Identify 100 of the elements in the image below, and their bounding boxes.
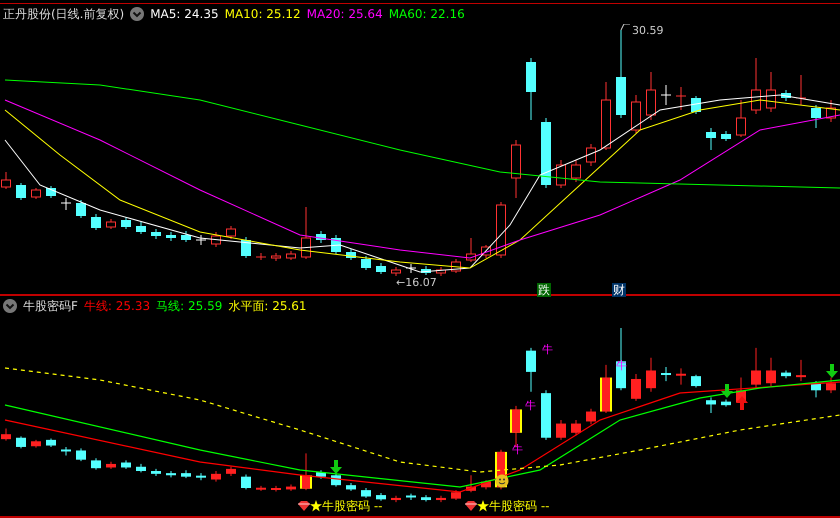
candlestick [421,494,431,502]
candlestick [721,399,731,408]
candlestick [241,474,251,490]
indicator-title: 牛股密码F [23,298,78,314]
smiley-icon [495,474,509,488]
indicator-value: 牛线: 25.33 [84,298,150,314]
candlestick [136,222,146,234]
candlestick [406,264,416,274]
candlestick [300,452,312,491]
candlestick [376,492,386,502]
candlestick [361,488,371,498]
candlestick [331,234,341,254]
candlestick [286,484,296,492]
candlestick [421,266,431,276]
candlestick [481,480,491,490]
high-price-label: 30.59 [632,24,664,37]
dropdown-icon[interactable] [3,299,17,313]
stock-title: 正丹股份(日线.前复权) [3,6,124,22]
candlestick [466,238,476,262]
candlestick [646,72,656,120]
candlestick [151,468,161,476]
candlestick [31,439,41,448]
candlestick [571,420,581,436]
candlestick [451,490,461,501]
candlestick [811,380,821,398]
candlestick [31,188,41,200]
candlestick [256,485,266,492]
gem-icon [464,500,478,512]
dropdown-icon[interactable] [130,7,144,21]
star-icon [310,500,322,512]
candlestick [751,58,761,114]
candlestick [166,232,176,242]
candlestick [631,94,641,134]
candlestick [91,458,101,470]
candlestick [766,72,776,112]
candlestick [796,74,806,106]
indicator-value: MA60: 22.16 [388,7,465,21]
bull-marker: 牛 [512,444,523,456]
candlestick [436,495,446,503]
candlestick [706,128,716,150]
candlestick [181,230,191,242]
bull-marker: 牛 [525,400,536,412]
candlestick [601,82,611,150]
bull-marker: 牛 [542,344,553,356]
candlestick [16,182,26,200]
candlestick [751,347,761,388]
candlestick [16,436,26,449]
candlestick [436,266,446,276]
candlestick [271,252,281,262]
candlestick [256,252,266,260]
candlestick [376,262,386,274]
event-marker[interactable]: 跌 [537,283,551,297]
signal-label: 牛股密码 -- [322,500,382,513]
indicator-value: MA20: 25.64 [306,7,383,21]
gem-icon [297,500,311,512]
candlestick [196,234,206,246]
candlestick [196,472,206,481]
candlestick [181,470,191,479]
candlestick [346,482,356,492]
down-arrow-icon [826,364,838,378]
indicator-value: MA5: 24.35 [150,7,219,21]
candlestick [541,390,551,440]
candlestick [541,118,551,188]
event-marker[interactable]: 财 [612,283,626,297]
candlestick [60,198,72,210]
indicator-value: 水平面: 25.61 [228,298,307,314]
candlestick [646,357,656,392]
candlestick [496,202,506,258]
candlestick [286,250,296,260]
candlestick [811,104,821,128]
candlestick [106,218,116,230]
candlestick [766,357,776,387]
candlestick [361,256,371,270]
candlestick [76,448,86,462]
candlestick [691,374,701,388]
candlestick [76,200,86,218]
leader-line [620,24,630,30]
candlestick [826,377,836,394]
candlestick [211,232,221,248]
candlestick [46,186,56,198]
candlestick [586,408,596,425]
candlestick [391,495,401,503]
candlestick [271,485,281,492]
candlestick [706,396,716,414]
candlestick [781,370,791,379]
indicator-value: MA10: 25.12 [224,7,301,21]
candlestick [391,266,401,276]
star-icon [477,500,489,512]
candlestick [451,258,461,274]
signal-label: 牛股密码 -- [489,500,550,513]
candlestick [796,359,806,382]
candlestick [736,100,746,138]
indicator-value: 马线: 25.59 [156,298,222,314]
candlestick [121,216,131,230]
candlestick [211,470,221,482]
candlestick [661,366,671,382]
candlestick [466,474,476,493]
candlestick [721,130,731,142]
candlestick [556,160,566,188]
candlestick [316,470,326,480]
